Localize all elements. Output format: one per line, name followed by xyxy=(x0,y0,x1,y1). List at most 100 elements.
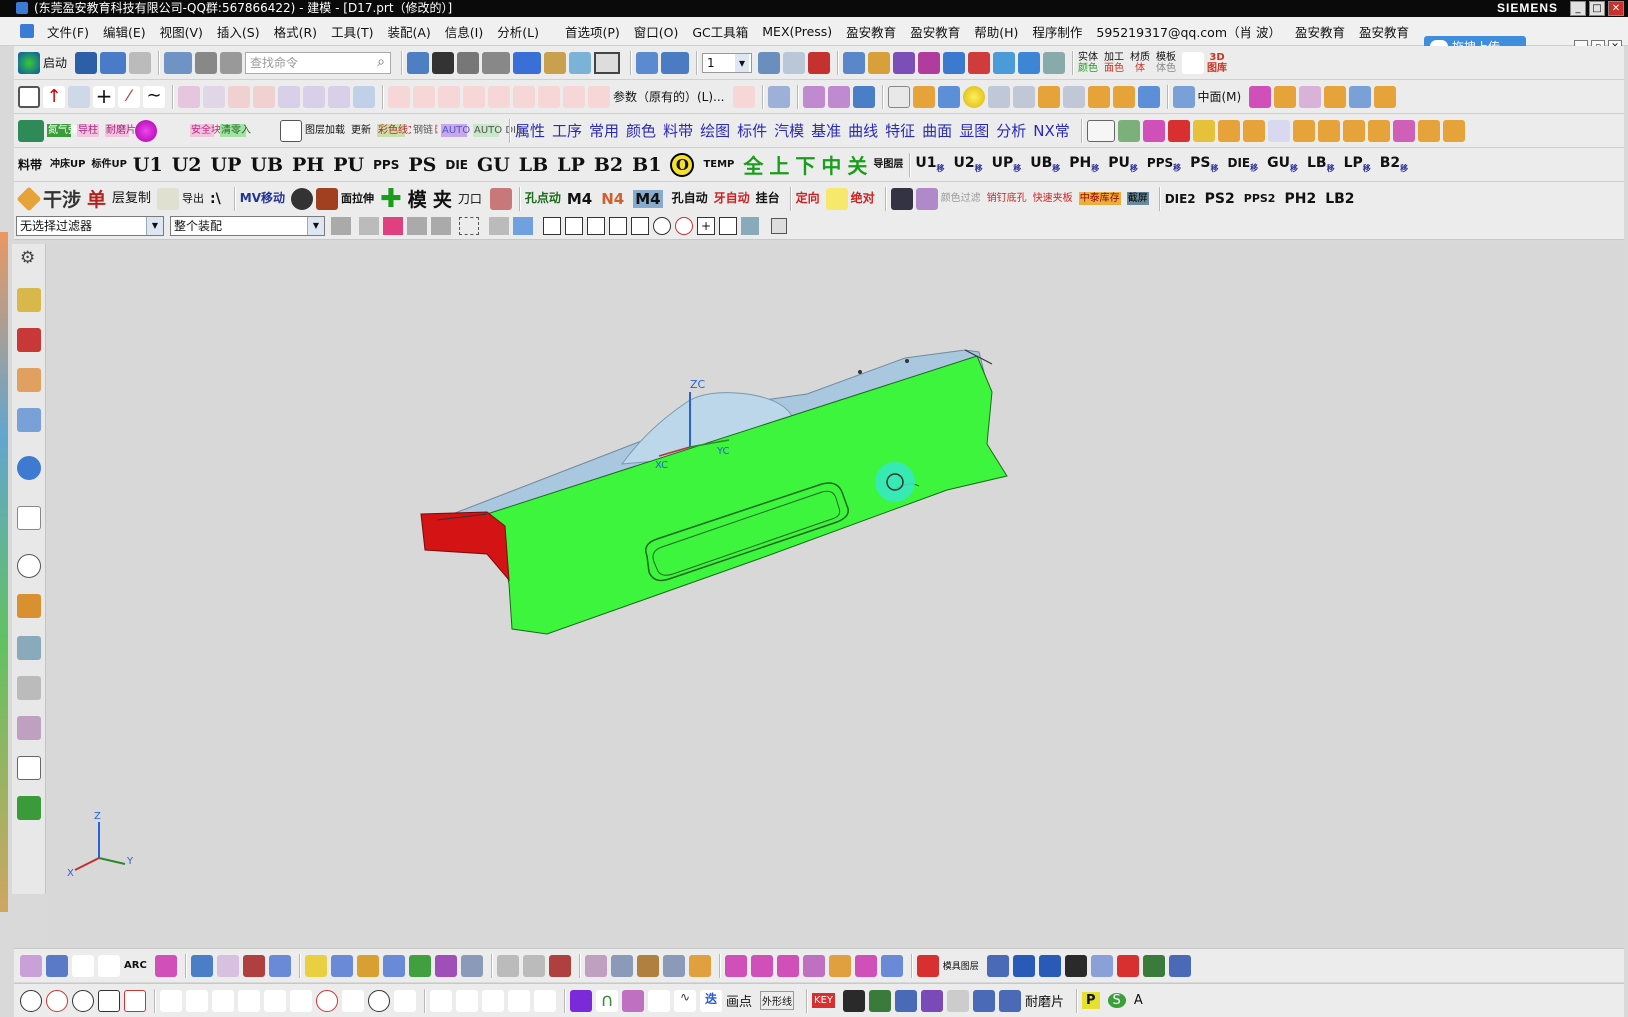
pin-hole-tool-icon[interactable] xyxy=(1116,954,1139,977)
feature-tab[interactable]: 特征 xyxy=(885,120,915,141)
extract-curve-icon[interactable] xyxy=(303,85,325,108)
upper-button[interactable]: 上 xyxy=(769,150,789,179)
swept-icon[interactable] xyxy=(268,954,291,977)
grape-icon[interactable] xyxy=(921,989,943,1012)
color-text-box-button[interactable]: 彩色线文本框 xyxy=(377,124,438,137)
outline-button[interactable]: 外形线 xyxy=(760,991,795,1010)
pin-tool-icon[interactable] xyxy=(1038,954,1061,977)
snap-center-icon[interactable] xyxy=(653,216,671,235)
calculator-icon[interactable] xyxy=(18,119,44,142)
corner-icon[interactable] xyxy=(438,85,460,108)
hole-icon[interactable] xyxy=(1137,85,1160,108)
key-button[interactable]: KEY xyxy=(812,993,835,1008)
sew-icon[interactable] xyxy=(852,85,875,108)
line-normal-icon[interactable] xyxy=(264,989,286,1012)
template-color-label[interactable]: 模板 体色 xyxy=(1156,52,1176,74)
screenshot-button[interactable]: 截屏 xyxy=(1126,192,1149,205)
sphere-icon[interactable] xyxy=(962,85,985,108)
chamfer-curve-icon[interactable] xyxy=(488,85,510,108)
wave-icon[interactable] xyxy=(584,954,607,977)
revolve-icon[interactable] xyxy=(1012,85,1035,108)
scale-icon[interactable] xyxy=(548,954,571,977)
dowel-tool-icon[interactable] xyxy=(1168,954,1191,977)
gu-move-button[interactable]: GU移 xyxy=(1267,155,1298,174)
yellow-block-icon[interactable] xyxy=(1192,119,1215,142)
stretch-curve-icon[interactable] xyxy=(538,85,560,108)
mold-layer-button[interactable]: 模具图层 xyxy=(943,959,979,972)
scissors-icon[interactable] xyxy=(157,187,180,210)
wcs-icon[interactable] xyxy=(808,51,831,74)
work-plane-icon[interactable] xyxy=(594,51,621,74)
zigzag-icon[interactable] xyxy=(648,989,670,1012)
close-all-button[interactable]: 关 xyxy=(847,150,867,179)
lower-button[interactable]: 下 xyxy=(795,150,815,179)
single-button[interactable]: 单 xyxy=(87,185,106,212)
copy-entity-icon[interactable] xyxy=(430,989,452,1012)
sketch-icon[interactable] xyxy=(178,85,200,108)
draw-point-button[interactable]: 画点 xyxy=(726,991,752,1010)
hand-icon[interactable] xyxy=(688,954,711,977)
clamp-button[interactable]: 夹 xyxy=(433,185,452,212)
project-curve-icon[interactable] xyxy=(203,85,225,108)
nx-menu-icon[interactable] xyxy=(20,24,34,38)
menu-email[interactable]: 595219317@qq.com（肖 波） xyxy=(1089,22,1288,41)
green-block-tool-icon[interactable] xyxy=(1142,954,1165,977)
circle-center-icon[interactable] xyxy=(46,989,68,1012)
menu-insert[interactable]: 插入(S) xyxy=(210,22,267,41)
hex-icon[interactable] xyxy=(895,989,917,1012)
minimize-button[interactable]: _ xyxy=(1570,1,1586,16)
3d-library-label[interactable]: 3D 图库 xyxy=(1207,52,1227,74)
layer-icon[interactable] xyxy=(457,51,480,74)
window-icon[interactable] xyxy=(164,51,193,74)
select-body-icon[interactable] xyxy=(383,216,403,235)
move-to-layer-icon[interactable] xyxy=(783,51,806,74)
clock-icon[interactable] xyxy=(17,554,41,578)
lb-move-button[interactable]: LB移 xyxy=(1307,155,1335,174)
pin-bottom-hole-button[interactable]: 销钉底孔 xyxy=(987,193,1027,204)
menu-help[interactable]: 帮助(H) xyxy=(967,22,1025,41)
corner-entity-icon[interactable] xyxy=(534,989,556,1012)
tool-icon[interactable] xyxy=(1142,119,1165,142)
ps2-button[interactable]: PS2 xyxy=(1205,191,1235,207)
filter-icon[interactable] xyxy=(331,216,351,235)
point-set-icon[interactable] xyxy=(522,954,545,977)
draft-icon[interactable] xyxy=(1249,85,1272,108)
guide-post-button[interactable]: 导柱 xyxy=(77,124,99,137)
select-edge-icon[interactable] xyxy=(431,216,451,235)
pps-move-button[interactable]: PPS移 xyxy=(1147,156,1181,173)
strip-label[interactable]: 料带 xyxy=(18,156,42,173)
snap-face-icon[interactable] xyxy=(741,216,759,235)
nitrogen-spring-button[interactable]: 氮气弹簧 xyxy=(47,124,88,137)
arc-radius-icon[interactable] xyxy=(124,989,146,1012)
solid-select-icon[interactable] xyxy=(513,216,533,235)
ruler-icon[interactable] xyxy=(1018,51,1041,74)
process-tab[interactable]: 工序 xyxy=(552,120,582,141)
line-draw-icon[interactable] xyxy=(72,954,94,977)
redo-icon[interactable] xyxy=(129,51,152,74)
paint-icon[interactable] xyxy=(915,187,938,210)
machining-face-label[interactable]: 加工 面色 xyxy=(1104,52,1124,74)
snap-grid-icon[interactable] xyxy=(543,216,561,235)
spline-fit-icon[interactable] xyxy=(394,989,416,1012)
edit-parameters-icon[interactable] xyxy=(732,85,755,108)
assembly-navigator-icon[interactable] xyxy=(17,288,41,312)
post-icon[interactable] xyxy=(973,989,995,1012)
lp-move-button[interactable]: LP移 xyxy=(1344,155,1371,174)
save-icon[interactable] xyxy=(75,51,98,74)
extrude-icon[interactable] xyxy=(987,85,1010,108)
start-icon[interactable] xyxy=(18,51,40,74)
hanging-stage-button[interactable]: 挂台 xyxy=(756,192,780,204)
o-button[interactable]: O xyxy=(670,152,695,177)
wear-plate-button[interactable]: 耐磨片 xyxy=(105,124,136,137)
safety-block-button[interactable]: 安全块 xyxy=(190,124,221,137)
b2-move-button[interactable]: B2移 xyxy=(1380,155,1408,174)
mv-move-button[interactable]: MV移动 xyxy=(240,192,285,204)
curve-draw-icon[interactable] xyxy=(20,954,42,977)
export-button[interactable]: 导出 xyxy=(182,193,204,204)
common-tab[interactable]: 常用 xyxy=(589,120,619,141)
midplane-label[interactable]: 中面(M) xyxy=(1198,88,1242,105)
s-button[interactable]: S xyxy=(1107,993,1126,1008)
lb-button[interactable]: LB xyxy=(519,154,548,176)
block-pink-icon[interactable] xyxy=(489,187,512,210)
unite-icon[interactable] xyxy=(1037,85,1060,108)
